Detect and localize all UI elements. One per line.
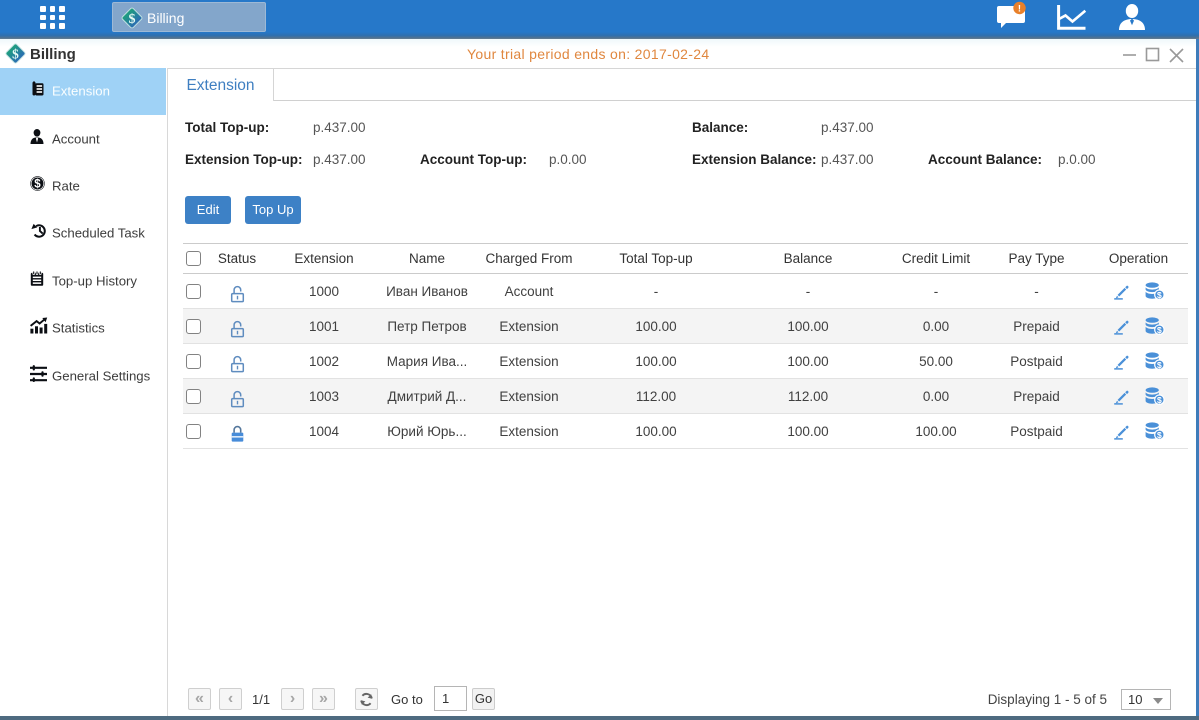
svg-text:$: $	[34, 179, 41, 191]
svg-text:$: $	[1157, 290, 1162, 300]
svg-text:!: !	[1018, 4, 1021, 15]
svg-text:$: $	[12, 46, 19, 61]
svg-text:$: $	[129, 12, 136, 27]
svg-text:$: $	[1157, 395, 1162, 405]
svg-text:$: $	[1157, 325, 1162, 335]
svg-text:$: $	[1157, 360, 1162, 370]
svg-text:$: $	[1157, 430, 1162, 440]
